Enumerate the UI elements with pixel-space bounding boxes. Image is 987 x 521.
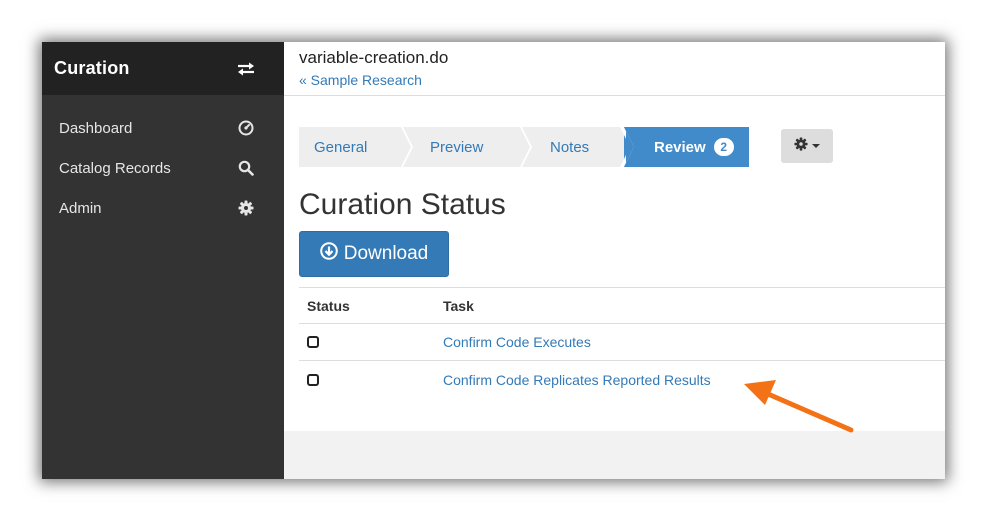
tab-label: General: [314, 138, 368, 156]
sidebar-header: Curation: [42, 42, 284, 95]
download-label: Download: [343, 243, 429, 264]
page-footer-area: [284, 431, 945, 479]
tab-label-wrap: Review 2: [654, 127, 734, 167]
task-link[interactable]: Confirm Code Executes: [443, 334, 591, 350]
tab-label: Notes: [550, 138, 590, 156]
status-cell: [299, 373, 443, 386]
brand-title: Curation: [54, 58, 130, 78]
tab-label: Review: [654, 138, 706, 156]
step-notch: [620, 127, 634, 167]
app-window: Curation Dashboard Catalog Records Admin…: [42, 42, 945, 479]
main-panel: variable-creation.do « Sample Research G…: [284, 42, 945, 479]
caret-down-icon: [812, 144, 820, 148]
tab-general[interactable]: General: [299, 127, 397, 167]
table-header-row: Status Task: [299, 287, 945, 324]
sidebar-item-dashboard[interactable]: Dashboard: [42, 108, 284, 148]
content-area: General Preview Notes Review 2 Curation …: [284, 97, 945, 431]
sidebar-item-label: Catalog Records: [59, 159, 171, 177]
settings-dropdown-button[interactable]: [781, 129, 833, 163]
sidebar-item-catalog-records[interactable]: Catalog Records: [42, 148, 284, 188]
task-table: Status Task Confirm Code Executes Confir…: [299, 287, 945, 398]
dashboard-icon: [238, 120, 254, 136]
step-notch: [401, 127, 413, 167]
tab-preview[interactable]: Preview: [401, 127, 516, 167]
table-row: Confirm Code Replicates Reported Results: [299, 361, 945, 398]
column-header-status: Status: [307, 297, 350, 314]
tab-review[interactable]: Review 2: [624, 127, 749, 167]
task-link[interactable]: Confirm Code Replicates Reported Results: [443, 372, 711, 388]
sidebar: Curation Dashboard Catalog Records Admin: [42, 42, 284, 479]
tab-label: Preview: [430, 138, 484, 156]
table-row: Confirm Code Executes: [299, 324, 945, 361]
sidebar-item-admin[interactable]: Admin: [42, 188, 284, 228]
column-header-task: Task: [443, 297, 474, 314]
step-notch: [520, 127, 532, 167]
status-checkbox[interactable]: [307, 373, 319, 386]
gear-icon: [794, 136, 808, 156]
task-cell: Confirm Code Replicates Reported Results: [443, 372, 945, 388]
topbar: variable-creation.do « Sample Research: [284, 42, 945, 96]
count-badge: 2: [713, 138, 734, 156]
download-button[interactable]: Download: [299, 231, 449, 277]
sidebar-nav: Dashboard Catalog Records Admin: [42, 95, 284, 228]
sidebar-item-label: Dashboard: [59, 119, 133, 137]
breadcrumb-back-link[interactable]: « Sample Research: [299, 70, 930, 90]
status-checkbox[interactable]: [307, 336, 319, 348]
search-icon: [238, 160, 254, 176]
task-cell: Confirm Code Executes: [443, 334, 945, 350]
download-circle-icon: [319, 242, 344, 266]
gear-icon: [238, 200, 254, 216]
section-title: Curation Status: [299, 188, 506, 221]
sidebar-item-label: Admin: [59, 199, 102, 217]
swap-arrows-icon[interactable]: [236, 61, 256, 77]
page-title: variable-creation.do: [299, 48, 449, 67]
status-cell: [299, 336, 443, 348]
